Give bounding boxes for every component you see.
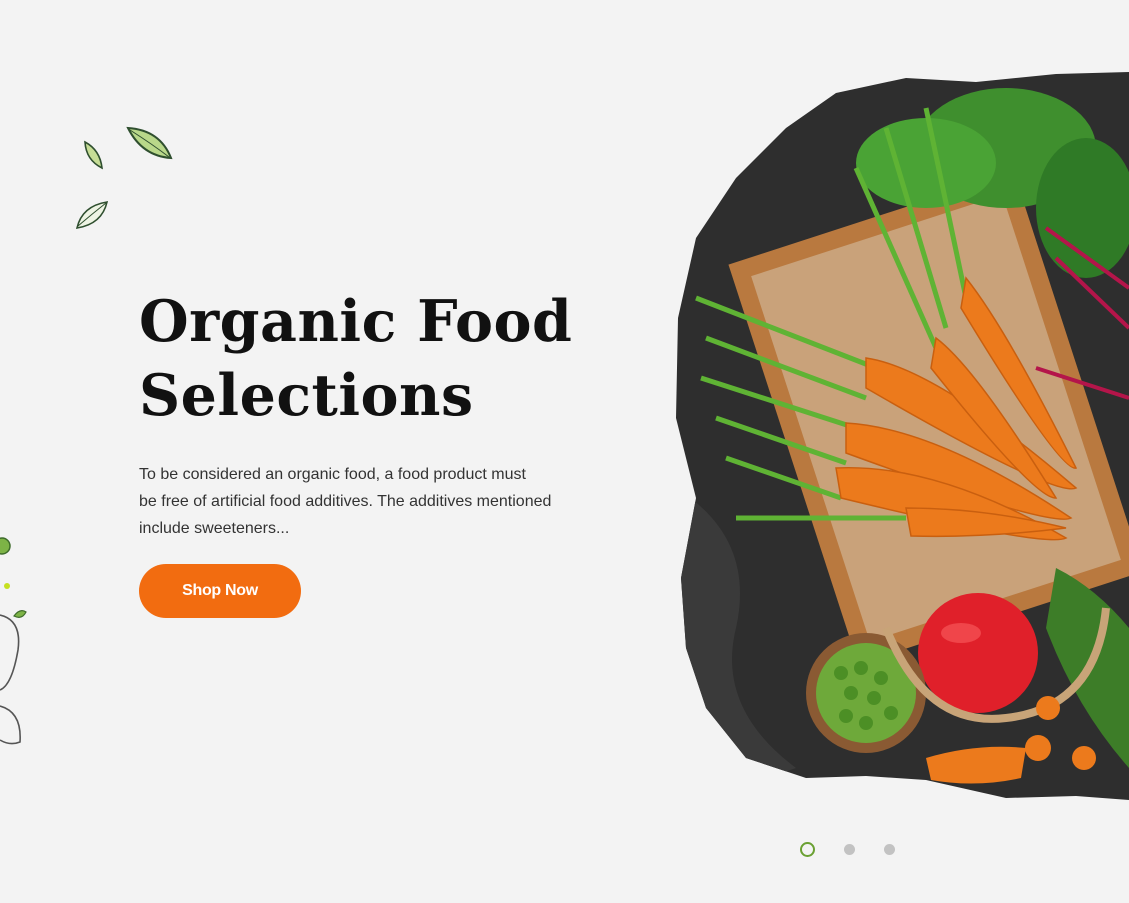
hero-title: Organic Food Selections: [139, 285, 619, 433]
hero-description-line-1: To be considered an organic food, a food…: [139, 466, 526, 483]
slider-dot-3[interactable]: [884, 843, 895, 855]
leaf-icon: [84, 140, 103, 170]
decorative-leaves: [75, 126, 173, 229]
hero-description-line-2: be free of artificial food additives. Th…: [139, 493, 552, 510]
hero-description-line-3: include sweeteners...: [139, 520, 290, 537]
shop-now-button[interactable]: Shop Now: [139, 564, 301, 618]
hero-title-line-1: Organic Food: [139, 288, 573, 355]
slider-pagination: [800, 839, 895, 859]
leaf-icon: [75, 201, 109, 229]
vegetable-doodle-icon: [0, 537, 27, 745]
hero-vegetables-image: [676, 72, 1129, 800]
slider-dot-2[interactable]: [844, 843, 855, 855]
hero-text-block: Organic Food Selections To be considered…: [139, 285, 619, 542]
hero-title-line-2: Selections: [139, 362, 474, 429]
hero-description: To be considered an organic food, a food…: [139, 461, 609, 542]
leaf-icon: [126, 126, 173, 160]
slider-dot-1[interactable]: [800, 841, 815, 857]
